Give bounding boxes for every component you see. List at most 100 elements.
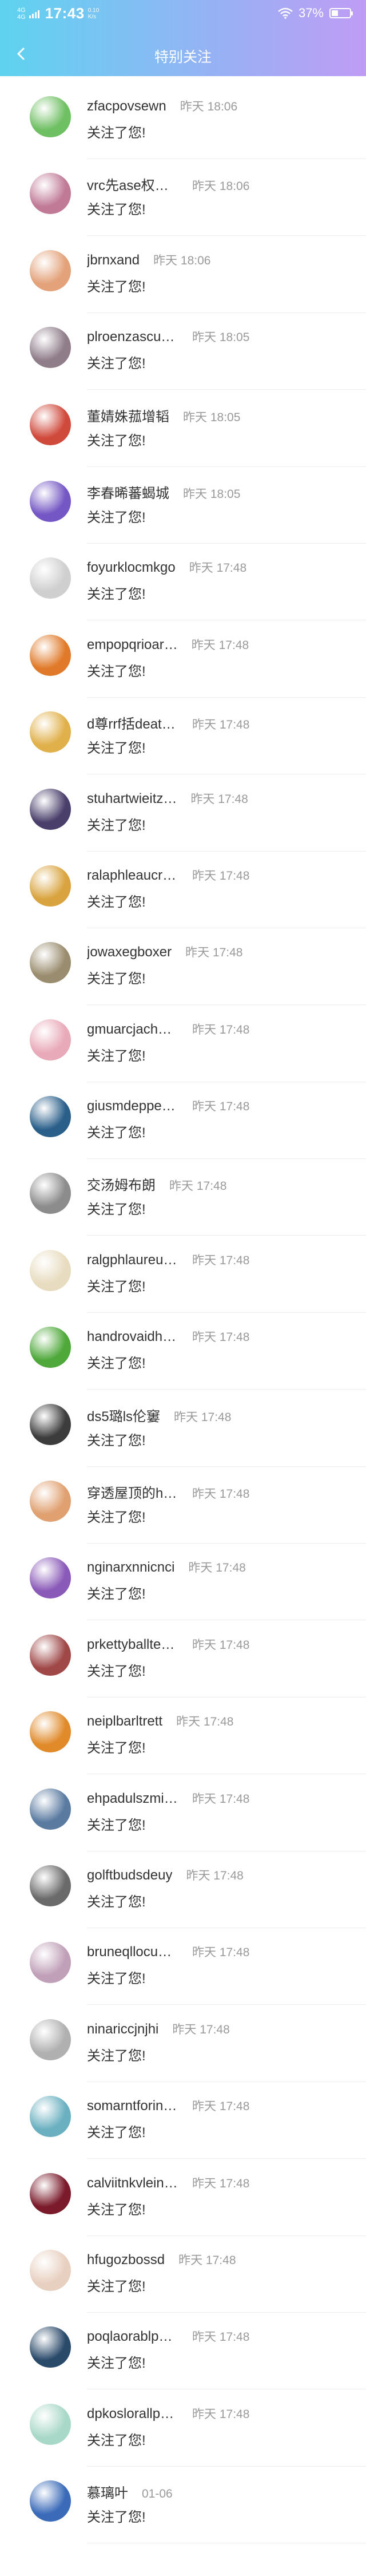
avatar[interactable] [30,1634,71,1676]
avatar[interactable] [30,1942,71,1984]
follow-item[interactable]: poqlaorablphl… 昨天 17:48 关注了您! [0,2322,366,2399]
username[interactable]: dpkoslorallphl… [87,2406,178,2422]
avatar[interactable] [30,1557,71,1599]
username[interactable]: nginarxnnicnci [87,1560,174,1576]
follow-item[interactable]: gmuarcjachobs 昨天 17:48 关注了您! [0,1015,366,1091]
avatar[interactable] [30,1096,71,1138]
follow-item[interactable]: plroenzascuh… 昨天 18:05 关注了您! [0,322,366,399]
follow-item[interactable]: 交汤姆布朗 昨天 17:48 关注了您! [0,1168,366,1245]
username[interactable]: d尊rrf括death… [87,713,178,733]
avatar[interactable] [30,96,71,137]
avatar[interactable] [30,2326,71,2368]
username[interactable]: ralaphleaucrren [87,868,178,884]
avatar[interactable] [30,1327,71,1368]
follow-item[interactable]: 穿透屋顶的hi… 昨天 17:48 关注了您! [0,1476,366,1553]
follow-item[interactable]: neiplbarltrett 昨天 17:48 关注了您! [0,1707,366,1783]
follow-item[interactable]: bruneqllocuci… 昨天 17:48 关注了您! [0,1937,366,2014]
username[interactable]: bruneqllocuci… [87,1944,178,1960]
item-header: golftbudsdeuy 昨天 17:48 [87,1866,244,1883]
follow-item[interactable]: calviitnkvleinj… 昨天 17:48 关注了您! [0,2169,366,2245]
username[interactable]: plroenzascuh… [87,329,178,345]
username[interactable]: ds5璐ls伦窶 [87,1405,160,1425]
username[interactable]: handrovaidho… [87,1329,178,1345]
avatar[interactable] [30,1711,71,1753]
avatar[interactable] [30,1865,71,1906]
avatar[interactable] [30,250,71,291]
follow-item[interactable]: jowaxegboxer 昨天 17:48 关注了您! [0,937,366,1014]
username[interactable]: prkettyballteri… [87,1637,178,1653]
follow-item[interactable]: dpkoslorallphl… 昨天 17:48 关注了您! [0,2399,366,2476]
username[interactable]: ninariccjnjhi [87,2021,158,2037]
follow-item[interactable]: golftbudsdeuy 昨天 17:48 关注了您! [0,1861,366,1937]
follow-item[interactable]: vrc先ase权智… 昨天 18:06 关注了您! [0,168,366,245]
follow-item[interactable]: ralaphleaucrren 昨天 17:48 关注了您! [0,861,366,937]
avatar[interactable] [30,1249,71,1291]
follow-item[interactable]: prkettyballteri… 昨天 17:48 关注了您! [0,1630,366,1707]
avatar[interactable] [30,557,71,599]
username[interactable]: hfugozbossd [87,2252,165,2268]
follow-item[interactable]: ralgphlaureuna 昨天 17:48 关注了您! [0,1245,366,1322]
avatar[interactable] [30,2096,71,2138]
avatar[interactable] [30,2019,71,2060]
follow-item[interactable]: empopqrioar… 昨天 17:48 关注了您! [0,630,366,707]
username[interactable]: golftbudsdeuy [87,1867,172,1883]
avatar[interactable] [30,1173,71,1214]
username[interactable]: 李春晞蕃蝎城 [87,482,169,502]
follow-message: 关注了您! [87,2510,146,2526]
avatar[interactable] [30,327,71,369]
username[interactable]: stuhartwieitz… [87,791,177,807]
follow-item[interactable]: foyurklocmkgo 昨天 17:48 关注了您! [0,553,366,630]
avatar[interactable] [30,2249,71,2291]
avatar[interactable] [30,942,71,984]
avatar[interactable] [30,711,71,753]
username[interactable]: calviitnkvleinj… [87,2175,178,2191]
avatar[interactable] [30,1481,71,1522]
username[interactable]: ralgphlaureuna [87,1252,178,1268]
avatar[interactable] [30,1403,71,1445]
follow-item[interactable]: ehpadulszmitph 昨天 17:48 关注了您! [0,1784,366,1861]
avatar[interactable] [30,2173,71,2214]
follow-item[interactable]: nginarxnnicnci 昨天 17:48 关注了您! [0,1553,366,1629]
username[interactable]: somarntforintwo [87,2098,178,2114]
username[interactable]: ehpadulszmitph [87,1791,178,1807]
username[interactable]: zfacpovsewn [87,98,166,114]
avatar[interactable] [30,865,71,907]
username[interactable]: 交汤姆布朗 [87,1174,156,1194]
item-header: ralgphlaureuna 昨天 17:48 [87,1251,249,1268]
username[interactable]: foyurklocmkgo [87,560,176,576]
follow-message: 关注了您! [87,1894,146,1910]
avatar[interactable] [30,2403,71,2445]
follow-item[interactable]: stuhartwieitz… 昨天 17:48 关注了您! [0,784,366,861]
follow-item[interactable]: jbrnxand 昨天 18:06 关注了您! [0,246,366,322]
username[interactable]: vrc先ase权智… [87,174,178,194]
avatar[interactable] [30,403,71,445]
follow-item[interactable]: ds5璐ls伦窶 昨天 17:48 关注了您! [0,1399,366,1476]
username[interactable]: jbrnxand [87,252,140,268]
avatar[interactable] [30,173,71,215]
username[interactable]: gmuarcjachobs [87,1022,178,1038]
username[interactable]: jowaxegboxer [87,944,172,960]
follow-item[interactable]: 慕璃叶 01-06 关注了您! [0,2476,366,2553]
username[interactable]: 慕璃叶 [87,2482,128,2502]
username[interactable]: neiplbarltrett [87,1714,162,1730]
follow-item[interactable]: handrovaidho… 昨天 17:48 关注了您! [0,1322,366,1399]
avatar[interactable] [30,1019,71,1061]
follow-item[interactable]: d尊rrf括death… 昨天 17:48 关注了您! [0,707,366,784]
follow-item[interactable]: somarntforintwo 昨天 17:48 关注了您! [0,2091,366,2168]
follow-item[interactable]: 董婧姝菰增韬 昨天 18:05 关注了您! [0,399,366,476]
follow-item[interactable]: hfugozbossd 昨天 17:48 关注了您! [0,2245,366,2322]
username[interactable]: 董婧姝菰增韬 [87,405,169,425]
username[interactable]: poqlaorablphl… [87,2329,178,2345]
username[interactable]: 穿透屋顶的hi… [87,1482,178,1502]
follow-item[interactable]: zfacpovsewn 昨天 18:06 关注了您! [0,92,366,168]
avatar[interactable] [30,480,71,522]
avatar[interactable] [30,634,71,676]
avatar[interactable] [30,788,71,830]
follow-item[interactable]: giusmdeppek… 昨天 17:48 关注了您! [0,1091,366,1168]
avatar[interactable] [30,1788,71,1830]
follow-item[interactable]: 李春晞蕃蝎城 昨天 18:05 关注了您! [0,476,366,553]
avatar[interactable] [30,2480,71,2522]
follow-item[interactable]: ninariccjnjhi 昨天 17:48 关注了您! [0,2015,366,2091]
username[interactable]: empopqrioar… [87,637,178,653]
username[interactable]: giusmdeppek… [87,1098,178,1114]
